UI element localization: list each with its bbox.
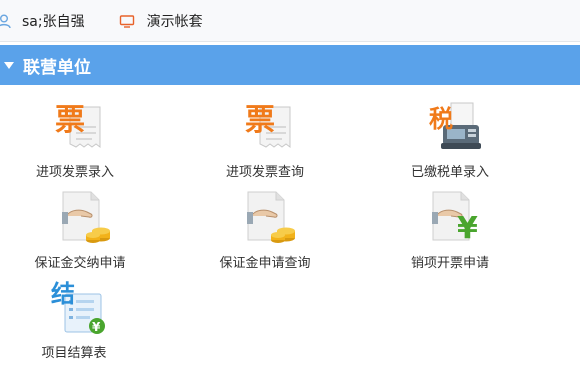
tile-label: 进项发票查询 (225, 165, 304, 180)
tile-label: 进项发票录入 (35, 165, 114, 180)
user-menu[interactable]: sa;张自强 (0, 0, 85, 42)
invoice-icon: 票 (52, 97, 110, 153)
deposit-icon (57, 190, 115, 246)
tile-project-settlement[interactable]: ¥ 结 项目结算表 (0, 280, 149, 365)
yen-document-icon: ¥ (427, 190, 485, 246)
tile-deposit-payment-request[interactable]: 保证金交纳申请 (5, 190, 155, 275)
svg-text:¥: ¥ (457, 211, 478, 246)
settlement-icon: ¥ 结 (51, 280, 109, 336)
svg-text:¥: ¥ (92, 320, 101, 334)
deposit-icon (242, 190, 300, 246)
user-icon (0, 13, 12, 29)
tile-label: 保证金交纳申请 (34, 256, 126, 271)
svg-text:票: 票 (245, 103, 275, 138)
top-bar: sa;张自强 演示帐套 (0, 0, 580, 42)
invoice-icon: 票 (242, 97, 300, 153)
svg-text:票: 票 (55, 103, 85, 138)
monitor-icon (119, 13, 135, 29)
svg-text:税: 税 (429, 105, 453, 133)
tile-input-invoice-query[interactable]: 票 进项发票查询 (190, 97, 340, 182)
tile-input-invoice-entry[interactable]: 票 进项发票录入 (0, 97, 150, 182)
tax-receipt-icon: 税 (427, 97, 485, 153)
tile-label: 保证金申请查询 (219, 256, 311, 271)
account-menu[interactable]: 演示帐套 (119, 0, 203, 42)
caret-down-icon (4, 61, 14, 69)
section-header[interactable]: 联营单位 (0, 45, 580, 85)
tile-label: 项目结算表 (41, 346, 107, 361)
tile-output-invoice-request[interactable]: ¥ 销项开票申请 (375, 190, 525, 275)
tile-label: 销项开票申请 (410, 256, 489, 271)
user-name: sa;张自强 (22, 13, 85, 30)
svg-text:结: 结 (51, 280, 75, 308)
section-title: 联营单位 (23, 57, 91, 78)
account-name: 演示帐套 (146, 13, 203, 30)
tile-tax-receipt-entry[interactable]: 税 已缴税单录入 (375, 97, 525, 182)
tile-label: 已缴税单录入 (410, 165, 489, 180)
tile-deposit-request-query[interactable]: 保证金申请查询 (190, 190, 340, 275)
